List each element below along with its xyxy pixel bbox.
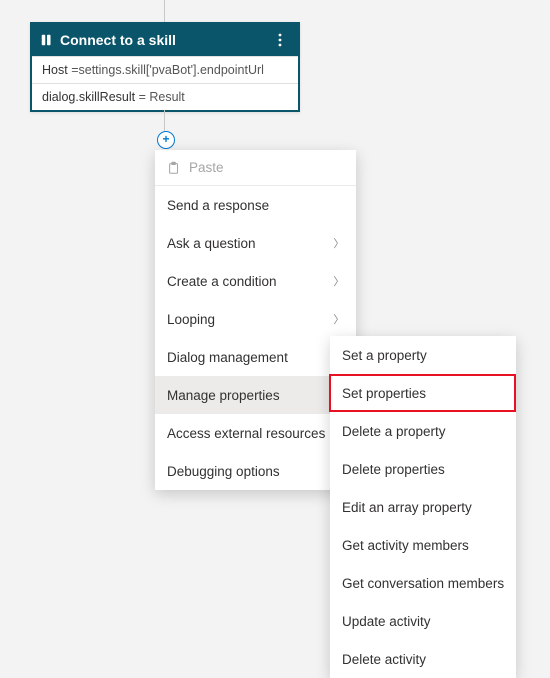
submenu-delete-activity[interactable]: Delete activity xyxy=(330,640,516,678)
menu-paste: Paste xyxy=(155,150,356,186)
submenu-get-conversation-members[interactable]: Get conversation members xyxy=(330,564,516,602)
skill-card-title: Connect to a skill xyxy=(60,32,270,48)
menu-item-label: Edit an array property xyxy=(342,500,504,515)
menu-item-label: Ask a question xyxy=(167,236,325,251)
card-menu-icon[interactable] xyxy=(270,28,290,52)
menu-item-label: Create a condition xyxy=(167,274,325,289)
menu-item-label: Update activity xyxy=(342,614,504,629)
menu-dialog-management[interactable]: Dialog management 〉 xyxy=(155,338,356,376)
submenu-delete-property[interactable]: Delete a property xyxy=(330,412,516,450)
menu-item-label: Delete a property xyxy=(342,424,504,439)
skill-card-result-row[interactable]: dialog.skillResult = Result xyxy=(32,83,298,110)
chevron-right-icon: 〉 xyxy=(333,273,344,289)
menu-paste-label: Paste xyxy=(189,160,344,175)
submenu-get-activity-members[interactable]: Get activity members xyxy=(330,526,516,564)
menu-item-label: Looping xyxy=(167,312,325,327)
menu-item-label: Manage properties xyxy=(167,388,325,403)
menu-create-condition[interactable]: Create a condition 〉 xyxy=(155,262,356,300)
menu-looping[interactable]: Looping 〉 xyxy=(155,300,356,338)
chevron-right-icon: 〉 xyxy=(333,311,344,327)
host-label: Host xyxy=(42,63,71,77)
menu-debugging[interactable]: Debugging options 〉 xyxy=(155,452,356,490)
menu-item-label: Set properties xyxy=(342,386,504,401)
menu-item-label: Send a response xyxy=(167,198,344,213)
skill-card-header[interactable]: Connect to a skill xyxy=(32,24,298,56)
paste-icon xyxy=(167,161,181,175)
menu-ask-question[interactable]: Ask a question 〉 xyxy=(155,224,356,262)
connector-line-bottom xyxy=(164,110,165,132)
result-value: = Result xyxy=(139,90,185,104)
menu-item-label: Delete activity xyxy=(342,652,504,667)
skill-card-host-row[interactable]: Host =settings.skill['pvaBot'].endpointU… xyxy=(32,56,298,83)
host-value: =settings.skill['pvaBot'].endpointUrl xyxy=(71,63,264,77)
add-node-button[interactable] xyxy=(157,131,175,149)
primary-context-menu: Paste Send a response Ask a question 〉 C… xyxy=(155,150,356,490)
submenu-set-property[interactable]: Set a property xyxy=(330,336,516,374)
menu-item-label: Dialog management xyxy=(167,350,325,365)
connector-line-top xyxy=(164,0,165,22)
menu-item-label: Debugging options xyxy=(167,464,325,479)
submenu-manage-properties: Set a property Set properties Delete a p… xyxy=(330,336,516,678)
menu-item-label: Delete properties xyxy=(342,462,504,477)
skill-icon xyxy=(40,33,54,47)
submenu-update-activity[interactable]: Update activity xyxy=(330,602,516,640)
submenu-set-properties[interactable]: Set properties xyxy=(330,374,516,412)
menu-item-label: Set a property xyxy=(342,348,504,363)
chevron-right-icon: 〉 xyxy=(333,235,344,251)
menu-item-label: Get conversation members xyxy=(342,576,504,591)
menu-send-response[interactable]: Send a response xyxy=(155,186,356,224)
result-label: dialog.skillResult xyxy=(42,90,139,104)
submenu-edit-array[interactable]: Edit an array property xyxy=(330,488,516,526)
menu-access-external[interactable]: Access external resources 〉 xyxy=(155,414,356,452)
skill-card[interactable]: Connect to a skill Host =settings.skill[… xyxy=(30,22,300,112)
menu-item-label: Get activity members xyxy=(342,538,504,553)
menu-manage-properties[interactable]: Manage properties 〉 xyxy=(155,376,356,414)
menu-item-label: Access external resources xyxy=(167,426,325,441)
submenu-delete-properties[interactable]: Delete properties xyxy=(330,450,516,488)
